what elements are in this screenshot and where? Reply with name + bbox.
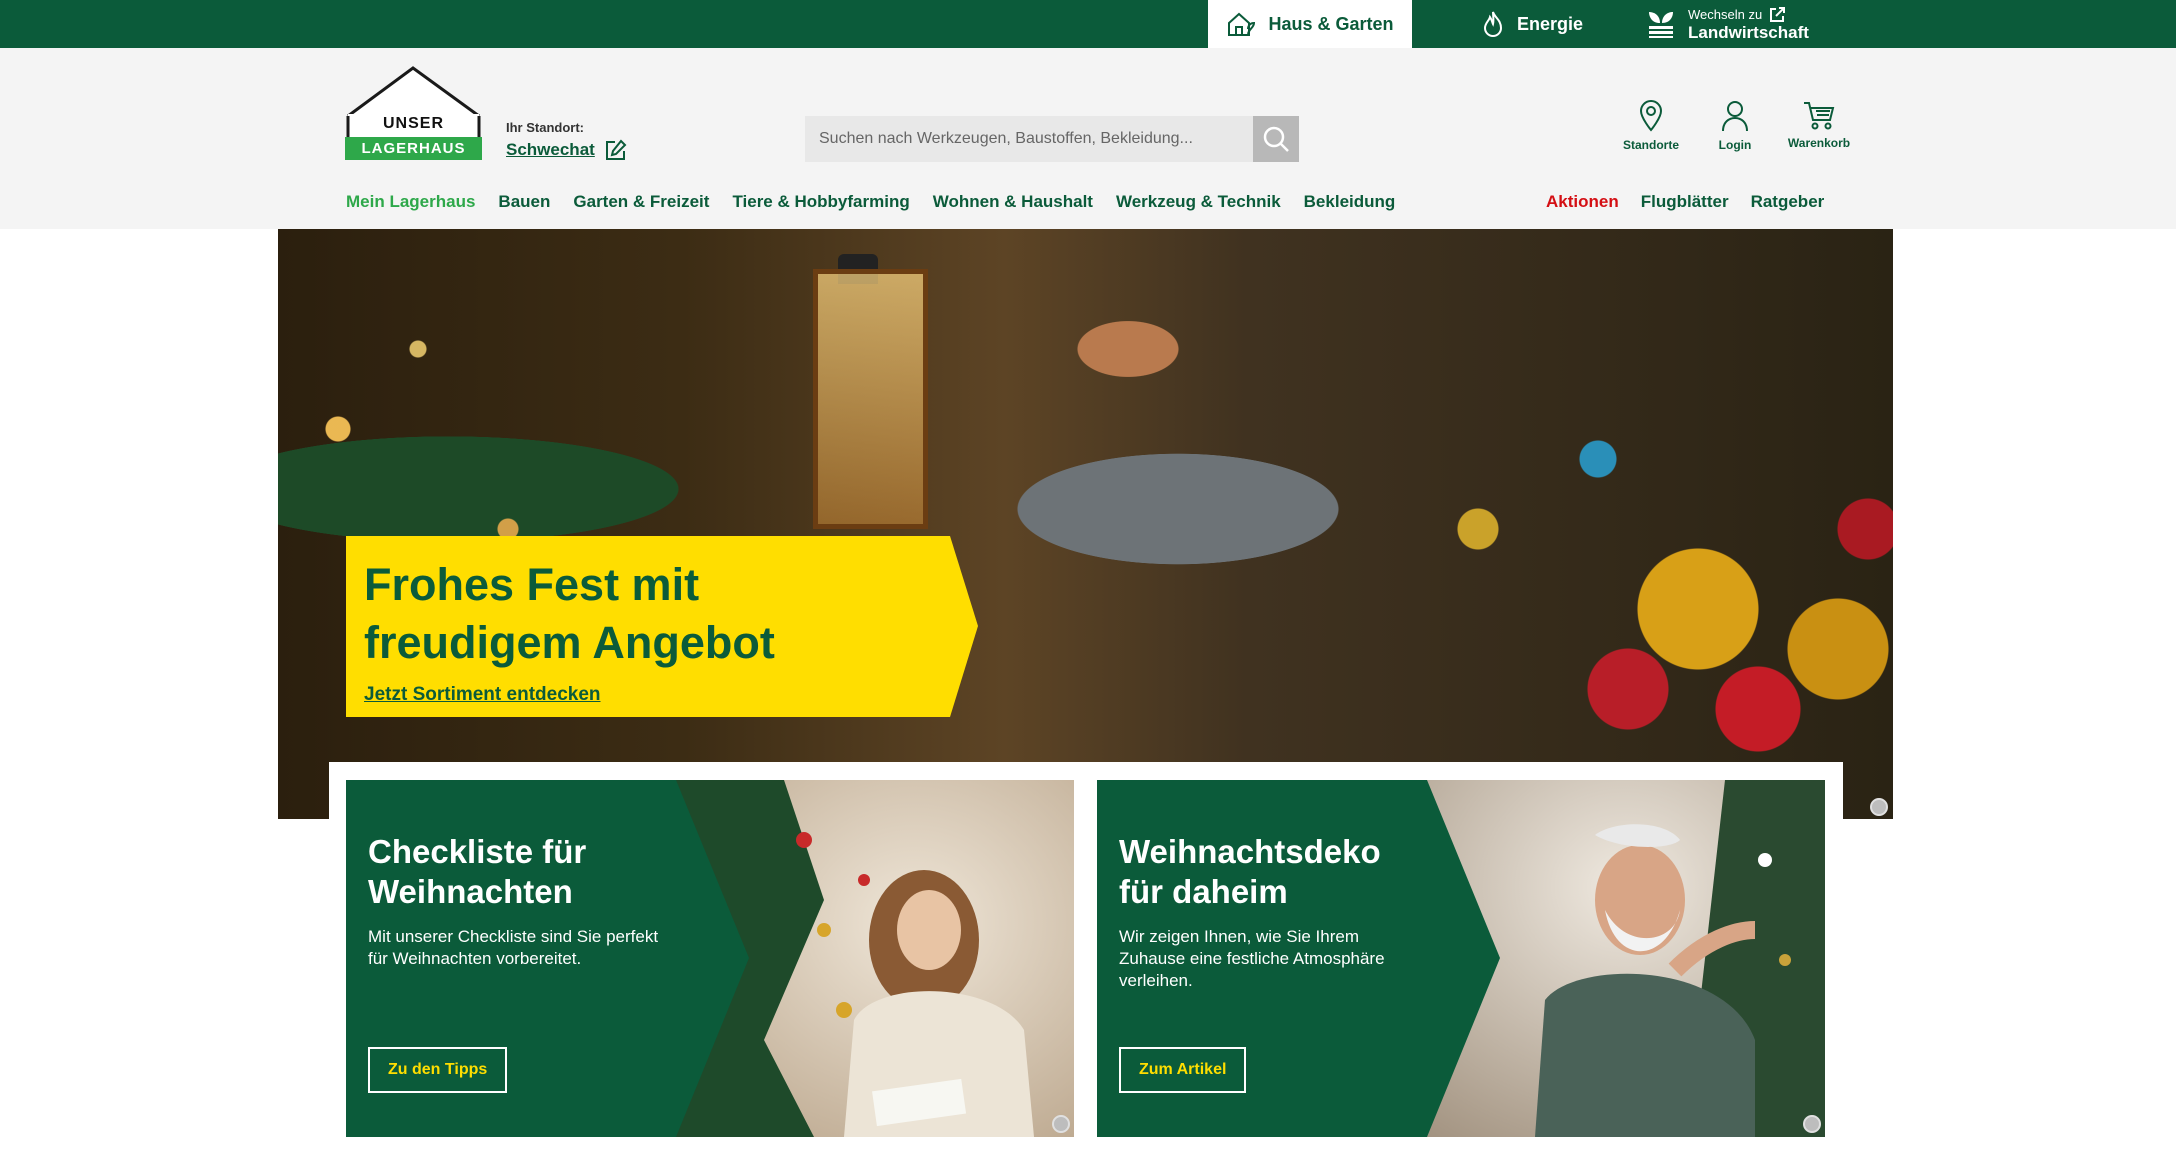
secondary-nav: Aktionen Flugblätter Ratgeber xyxy=(1546,192,1824,212)
nav-bauen[interactable]: Bauen xyxy=(498,192,550,212)
nav-aktionen[interactable]: Aktionen xyxy=(1546,192,1619,212)
sprout-icon xyxy=(1646,9,1676,39)
logo-text-unser: UNSER xyxy=(382,115,444,132)
flame-icon xyxy=(1481,10,1505,38)
top-bar: Haus & Garten Energie Wechseln zu Landwi… xyxy=(0,0,2176,48)
search-bar xyxy=(805,116,1299,162)
header-actions: Standorte Login Warenkorb xyxy=(1620,100,1850,152)
hero-banner[interactable]: Frohes Fest mit freudigem Angebot Jetzt … xyxy=(346,536,978,717)
store-location-label: Ihr Standort: xyxy=(506,120,584,135)
main-nav: Mein Lagerhaus Bauen Garten & Freizeit T… xyxy=(346,192,1395,212)
cart-icon xyxy=(1803,100,1835,130)
logo-text-lagerhaus: LAGERHAUS xyxy=(361,140,466,157)
tab-energie[interactable]: Energie xyxy=(1452,0,1612,48)
lantern-image xyxy=(813,269,928,529)
location-pin-icon xyxy=(1639,100,1663,132)
card1-cta-button[interactable]: Zu den Tipps xyxy=(368,1047,508,1093)
external-link-icon xyxy=(1768,6,1786,24)
hero-image[interactable] xyxy=(278,229,1893,819)
lagerhaus-logo[interactable]: UNSER LAGERHAUS xyxy=(345,64,482,160)
login-link[interactable]: Login xyxy=(1704,100,1766,152)
store-location-city[interactable]: Schwechat xyxy=(506,140,595,160)
search-input[interactable] xyxy=(805,116,1253,162)
warenkorb-link[interactable]: Warenkorb xyxy=(1788,100,1850,152)
tab-energie-label: Energie xyxy=(1516,13,1584,34)
hero-title-line2: freudigem Angebot xyxy=(364,617,775,668)
landwirtschaft-label: Landwirtschaft xyxy=(1688,23,1809,42)
edit-icon[interactable] xyxy=(605,139,627,161)
card2-title-line2: für daheim xyxy=(1119,873,1288,910)
card1-title-line2: Weihnachten xyxy=(368,873,573,910)
nav-mein-lagerhaus[interactable]: Mein Lagerhaus xyxy=(346,192,475,212)
card1-info-dot[interactable] xyxy=(1052,1115,1070,1133)
nav-flugblaetter[interactable]: Flugblätter xyxy=(1641,192,1729,212)
tab-landwirtschaft[interactable]: Wechseln zu Landwirtschaft xyxy=(1640,0,1840,48)
tab-haus-garten[interactable]: Haus & Garten xyxy=(1208,0,1412,48)
search-button[interactable] xyxy=(1253,116,1299,162)
nav-wohnen-haushalt[interactable]: Wohnen & Haushalt xyxy=(933,192,1093,212)
nav-garten-freizeit[interactable]: Garten & Freizeit xyxy=(573,192,709,212)
nav-bekleidung[interactable]: Bekleidung xyxy=(1304,192,1396,212)
login-label: Login xyxy=(1718,138,1752,152)
hero-cta-link[interactable]: Jetzt Sortiment entdecken xyxy=(364,684,601,706)
nav-ratgeber[interactable]: Ratgeber xyxy=(1751,192,1825,212)
card2-title-line1: Weihnachtsdeko xyxy=(1119,833,1381,870)
card2-text: Wir zeigen Ihnen, wie Sie Ihrem Zuhause … xyxy=(1119,927,1385,990)
card1-text: Mit unserer Checkliste sind Sie perfekt … xyxy=(368,927,659,968)
wechseln-label: Wechseln zu xyxy=(1688,7,1763,22)
warenkorb-label: Warenkorb xyxy=(1787,136,1851,150)
hero-info-dot[interactable] xyxy=(1870,798,1888,816)
nav-werkzeug-technik[interactable]: Werkzeug & Technik xyxy=(1116,192,1281,212)
user-icon xyxy=(1721,100,1749,132)
standorte-link[interactable]: Standorte xyxy=(1620,100,1682,152)
teaser-card-weihnachtsdeko[interactable]: Weihnachtsdeko für daheim Wir zeigen Ihn… xyxy=(1097,780,1825,1137)
hero-title-line1: Frohes Fest mit xyxy=(364,559,700,610)
house-garden-icon xyxy=(1226,11,1256,37)
teaser-card-checkliste[interactable]: Checkliste für Weihnachten Mit unserer C… xyxy=(346,780,1074,1137)
card2-cta-button[interactable]: Zum Artikel xyxy=(1119,1047,1247,1093)
card1-title-line1: Checkliste für xyxy=(368,833,587,870)
search-icon xyxy=(1262,125,1290,153)
store-location[interactable]: Ihr Standort: Schwechat xyxy=(506,120,627,161)
standorte-label: Standorte xyxy=(1622,138,1679,152)
nav-tiere-hobbyfarming[interactable]: Tiere & Hobbyfarming xyxy=(732,192,909,212)
tab-haus-garten-label: Haus & Garten xyxy=(1268,13,1394,34)
card2-info-dot[interactable] xyxy=(1803,1115,1821,1133)
